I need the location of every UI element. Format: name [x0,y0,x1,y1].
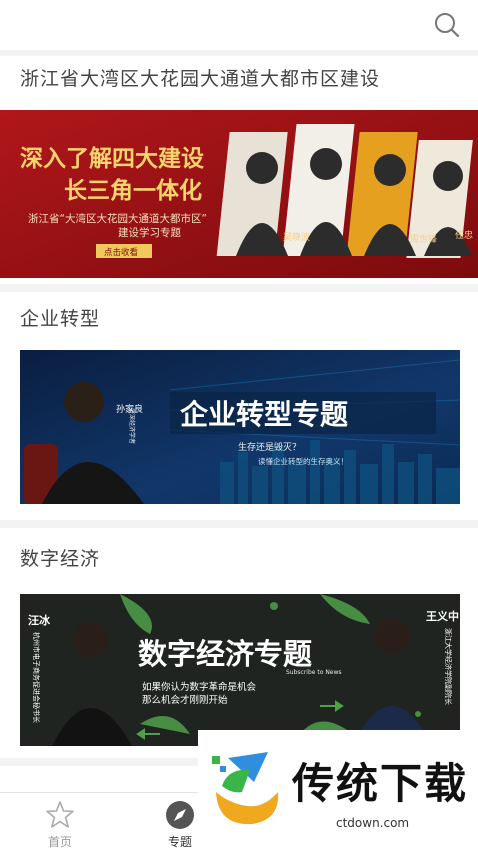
person-name-4: 任忠 [455,229,473,241]
watermark-overlay: 传统下载 ctdown.com [198,730,478,850]
section-title: 企业转型 [20,308,101,330]
watermark-url: ctdown.com [336,816,410,830]
right-person-name: 王义中 [426,609,459,623]
subtitle-1: 浙江省“大湾区大花园大通道大都市区” [28,212,207,225]
digital-economy-banner[interactable]: 汪冰 杭州市电子商务促进会秘书长 王义中 浙江大学经济学院副院长 数字经济专题 … [20,594,460,746]
right-person-role: 浙江大学经济学院副院长 [444,628,453,705]
watermark-logo-icon [212,752,279,825]
section-enterprise-transform: 企业转型 孙家良 资深经济学者 企业转型专题 生存还是毁灭？ 读懂企业转型的生存… [0,292,478,520]
tab-home-label: 首页 [47,835,72,849]
tagline-1: 如果你认为数字革命是机会 [142,681,257,693]
compass-icon [166,801,194,829]
headline-2: 长三角一体化 [64,177,202,204]
section-title: 浙江省大湾区大花园大通道大都市区建设 [20,68,381,90]
left-person-role: 杭州市电子商务促进会秘书长 [32,632,41,723]
tab-home[interactable]: 首页 [0,793,120,850]
subtitle-2: 建设学习专题 [118,226,181,239]
enterprise-transform-banner[interactable]: 孙家良 资深经济学者 企业转型专题 生存还是毁灭？ 读懂企业转型的生存奥义！ [20,350,460,504]
person-name-3: 周世锋 [410,233,437,245]
person-role: 资深经济学者 [128,408,136,444]
tagline-2: 那么机会才刚刚开始 [142,694,228,706]
section-digital-economy: 数字经济 汪冰 杭州市电子商务促进会秘书长 王义中 浙江大学经济学院副院长 数字… [0,528,478,758]
section-bay-area: 浙江省大湾区大花园大通道大都市区建设 吴晓波 周世锋 任忠 深入了解四大建设 长… [0,56,478,284]
section-title: 数字经济 [20,548,101,570]
headline-1: 深入了解四大建设 [20,145,204,172]
headline: 企业转型专题 [180,398,348,431]
bay-area-banner[interactable]: 吴晓波 周世锋 任忠 深入了解四大建设 长三角一体化 浙江省“大湾区大花园大通道… [0,110,478,278]
star-icon [46,801,74,828]
headline: 数字经济专题 [138,637,312,671]
search-button[interactable] [434,12,460,38]
tagline-2: 读懂企业转型的生存奥义！ [258,456,348,466]
watch-button[interactable]: 点击收看 [104,247,138,258]
top-bar [0,0,478,50]
left-person-name: 汪冰 [28,613,51,627]
search-icon [435,13,460,38]
subscribe-text: Subscribe to News [286,669,342,676]
tagline-1: 生存还是毁灭？ [238,441,301,453]
watermark-text: 传统下载 [292,759,469,808]
person-name-1: 吴晓波 [283,231,310,243]
